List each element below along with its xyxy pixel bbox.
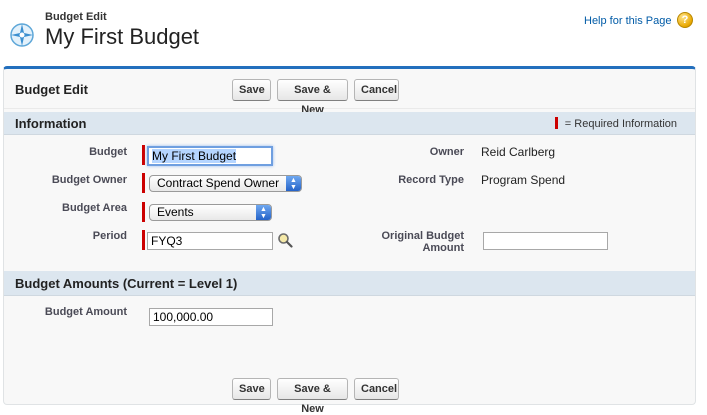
required-marker: [554, 117, 558, 129]
lookup-icon[interactable]: [277, 232, 293, 248]
select-arrows-icon: ▲ ▼: [286, 176, 301, 191]
budget-amounts-section-title: Budget Amounts (Current = Level 1): [15, 276, 238, 291]
help-link[interactable]: Help for this Page: [584, 15, 671, 27]
original-budget-amount-input[interactable]: [483, 232, 608, 250]
budget-required-marker: [142, 145, 145, 165]
budget-amounts-section-header: Budget Amounts (Current = Level 1): [4, 271, 695, 296]
budget-area-required-marker: [142, 202, 145, 222]
owner-label: Owner: [429, 146, 464, 158]
save-button-bottom[interactable]: Save: [232, 378, 271, 400]
page-header: Budget Edit My First Budget Help for thi…: [0, 0, 707, 60]
record-type-label: Record Type: [398, 174, 464, 186]
period-required-marker: [142, 230, 145, 250]
budget-amount-label: Budget Amount: [44, 306, 127, 318]
information-section-title: Information: [15, 116, 87, 131]
period-label: Period: [92, 230, 127, 242]
information-section-header: Information = Required Information: [4, 112, 695, 135]
original-budget-amount-label-line2: Amount: [422, 242, 464, 254]
panel-top-bar: Budget Edit Save Save & New Cancel: [4, 69, 695, 116]
page-title: My First Budget: [45, 24, 200, 49]
budget-area-select[interactable]: Events ▲ ▼: [149, 204, 272, 221]
required-legend-text: = Required Information: [564, 118, 677, 130]
breadcrumb: Budget Edit: [45, 11, 107, 23]
select-arrows-icon: ▲ ▼: [256, 205, 271, 220]
budget-edit-panel: Budget Edit Save Save & New Cancel Infor…: [3, 66, 696, 415]
budget-logo-icon: [10, 23, 34, 47]
save-button-top[interactable]: Save: [232, 79, 271, 101]
original-budget-amount-label-line1: Original Budget: [381, 230, 465, 242]
budget-owner-select[interactable]: Contract Spend Owner ▲ ▼: [149, 175, 302, 192]
budget-owner-label: Budget Owner: [51, 174, 127, 186]
budget-amount-input[interactable]: 100,000.00: [149, 308, 273, 326]
panel-title: Budget Edit: [15, 82, 88, 97]
save-and-new-button-bottom[interactable]: Save & New: [277, 378, 348, 415]
cancel-button-bottom[interactable]: Cancel: [354, 378, 399, 400]
budget-area-label: Budget Area: [62, 202, 127, 214]
budget-owner-required-marker: [142, 173, 145, 193]
budget-name-input[interactable]: My First Budget: [147, 146, 273, 166]
budget-area-value: Events: [157, 205, 194, 219]
budget-name-value: My First Budget: [152, 149, 237, 163]
budget-label: Budget: [89, 146, 127, 158]
budget-owner-value: Contract Spend Owner: [157, 176, 280, 190]
help-icon[interactable]: ?: [677, 12, 693, 28]
save-and-new-button-top[interactable]: Save & New: [277, 79, 348, 116]
record-type-value: Program Spend: [481, 173, 566, 187]
cancel-button-top[interactable]: Cancel: [354, 79, 399, 101]
owner-value: Reid Carlberg: [481, 145, 556, 159]
required-legend: = Required Information: [554, 117, 677, 130]
period-input[interactable]: FYQ3: [147, 232, 273, 250]
